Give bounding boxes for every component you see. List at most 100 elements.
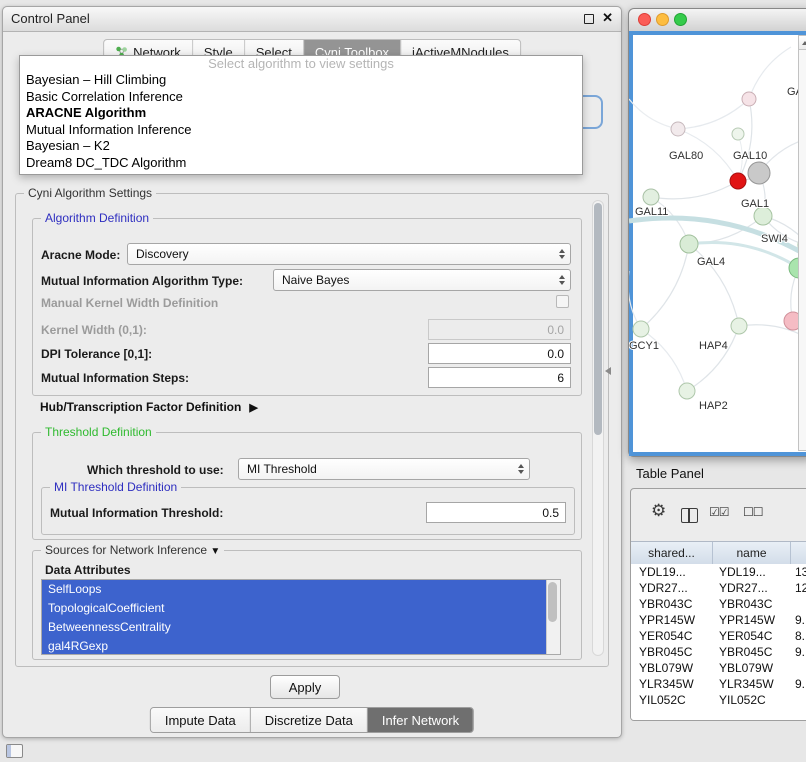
apply-button[interactable]: Apply: [270, 675, 340, 699]
table-cell: YBR043C: [713, 597, 791, 611]
algorithm-option[interactable]: Bayesian – K2: [20, 138, 582, 155]
mi-type-value: Naive Bayes: [282, 273, 349, 287]
collapse-arrow-icon: ▼: [210, 546, 220, 557]
network-edge: [641, 244, 689, 329]
table-row[interactable]: YPR145WYPR145W9.: [631, 612, 806, 628]
network-node[interactable]: [732, 128, 744, 140]
table-row[interactable]: YBR043CYBR043C: [631, 596, 806, 612]
table-row[interactable]: YDL19...YDL19...13: [631, 564, 806, 580]
table-cell: YDL19...: [713, 565, 791, 579]
mi-threshold-input[interactable]: 0.5: [426, 502, 566, 523]
network-vertical-scrollbar[interactable]: [798, 35, 806, 451]
scroll-up-icon[interactable]: [799, 36, 806, 50]
network-node[interactable]: [731, 318, 747, 334]
tab-impute-data[interactable]: Impute Data: [151, 708, 251, 732]
aracne-mode-select[interactable]: Discovery: [127, 243, 571, 265]
table-row[interactable]: YER054CYER054C8.: [631, 628, 806, 644]
attribute-item[interactable]: BetweennessCentrality: [42, 618, 547, 637]
columns-icon[interactable]: [681, 508, 698, 523]
list-scrollbar[interactable]: [546, 580, 560, 654]
attribute-items: SelfLoopsTopologicalCoefficientBetweenne…: [42, 580, 560, 655]
table-body: YDL19...YDL19...13YDR27...YDR27...12YBR0…: [631, 564, 806, 720]
mi-algorithm-type-select[interactable]: Naive Bayes: [273, 269, 571, 291]
list-scroll-thumb[interactable]: [548, 582, 557, 622]
manual-kernel-width-checkbox[interactable]: [556, 295, 569, 308]
algorithm-option[interactable]: Dream8 DC_TDC Algorithm: [20, 155, 582, 172]
table-cell: YBL079W: [631, 661, 713, 675]
algorithm-option[interactable]: Mutual Information Inference: [20, 122, 582, 139]
table-cell: YBR045C: [631, 645, 713, 659]
table-cell: YLR345W: [713, 677, 791, 691]
network-node[interactable]: [748, 162, 770, 184]
settings-group-title: Cyni Algorithm Settings: [24, 186, 156, 200]
table-row[interactable]: YBR045CYBR045C9.: [631, 644, 806, 660]
data-attributes-list[interactable]: SelfLoopsTopologicalCoefficientBetweenne…: [41, 579, 561, 655]
mi-threshold-value: 0.5: [542, 506, 559, 520]
table-cell: 8.: [791, 629, 806, 643]
gear-icon[interactable]: ⚙: [651, 501, 666, 521]
control-panel-titlebar[interactable]: Control Panel ✕: [3, 7, 621, 32]
threshold-definition-title: Threshold Definition: [41, 425, 156, 439]
network-view-window: GAL7GAL80GAL10GAL11GAL1SWI4GAL4GCY1HAP4Y…: [628, 8, 806, 457]
table-cell: 9.: [791, 645, 806, 659]
table-cell: YBR045C: [713, 645, 791, 659]
threshold-type-select[interactable]: MI Threshold: [238, 458, 530, 480]
select-all-columns-icon[interactable]: ☑☑: [709, 505, 729, 519]
combo-arrows-icon: [559, 249, 565, 259]
column-header[interactable]: [791, 542, 806, 564]
attribute-item[interactable]: gal4RGexp: [42, 637, 547, 655]
float-window-icon[interactable]: [584, 14, 594, 24]
table-cell: 12: [791, 581, 806, 595]
tab-discretize-data[interactable]: Discretize Data: [251, 708, 368, 732]
combo-arrows-icon: [518, 464, 524, 474]
hub-definition-toggle[interactable]: Hub/Transcription Factor Definition ▶: [40, 400, 258, 414]
node-label: GAL1: [741, 198, 769, 210]
table-row[interactable]: YDR27...YDR27...12: [631, 580, 806, 596]
network-edge: [687, 326, 739, 391]
mi-threshold-label: Mutual Information Threshold:: [50, 506, 223, 520]
sources-group-title[interactable]: Sources for Network Inference ▼: [41, 543, 224, 557]
settings-scrollbar[interactable]: [592, 200, 604, 656]
table-panel-window: ⚙ ☑☑ ☐☐ shared...name YDL19...YDL19...13…: [630, 488, 806, 721]
column-header[interactable]: shared...: [631, 542, 713, 564]
algorithm-option[interactable]: Bayesian – Hill Climbing: [20, 72, 582, 89]
network-edge: [651, 181, 738, 199]
panel-divider-handle-icon[interactable]: [605, 367, 611, 375]
aracne-mode-value: Discovery: [136, 247, 189, 261]
algorithm-option[interactable]: ARACNE Algorithm: [20, 105, 582, 122]
attribute-item[interactable]: TopologicalCoefficient: [42, 599, 547, 618]
network-edge: [629, 271, 641, 329]
network-node[interactable]: [671, 122, 685, 136]
table-row[interactable]: YBL079WYBL079W: [631, 660, 806, 676]
table-cell: YDR27...: [713, 581, 791, 595]
table-cell: YER054C: [713, 629, 791, 643]
network-node[interactable]: [730, 173, 746, 189]
tab-infer-network[interactable]: Infer Network: [368, 708, 473, 732]
settings-scroll-thumb[interactable]: [594, 203, 602, 435]
network-node[interactable]: [742, 92, 756, 106]
network-node[interactable]: [679, 383, 695, 399]
threshold-definition-group: Threshold Definition Which threshold to …: [32, 432, 582, 540]
table-cell: YER054C: [631, 629, 713, 643]
table-cell: YPR145W: [631, 613, 713, 627]
network-node[interactable]: [633, 321, 649, 337]
dpi-tolerance-input[interactable]: 0.0: [428, 343, 571, 364]
network-node[interactable]: [643, 189, 659, 205]
table-row[interactable]: YLR345WYLR345W9.: [631, 676, 806, 692]
network-edge: [749, 47, 791, 99]
close-icon[interactable]: ✕: [602, 10, 613, 26]
table-cell: YLR345W: [631, 677, 713, 691]
mi-steps-input[interactable]: 6: [428, 367, 571, 388]
algorithm-option[interactable]: Basic Correlation Inference: [20, 89, 582, 106]
node-label: SWI4: [761, 233, 788, 245]
attribute-item[interactable]: SelfLoops: [42, 580, 547, 599]
column-header[interactable]: name: [713, 542, 791, 564]
mi-threshold-group-title: MI Threshold Definition: [50, 480, 181, 494]
table-row[interactable]: YIL052CYIL052C: [631, 692, 806, 708]
control-panel-window: Control Panel ✕ NetworkStyleSelectCyni T…: [2, 6, 622, 738]
kernel-width-label: Kernel Width (0,1):: [41, 323, 147, 337]
collapsed-panel-icon[interactable]: [6, 744, 23, 758]
network-node[interactable]: [680, 235, 698, 253]
combo-arrows-icon: [559, 275, 565, 285]
deselect-all-columns-icon[interactable]: ☐☐: [743, 505, 763, 519]
